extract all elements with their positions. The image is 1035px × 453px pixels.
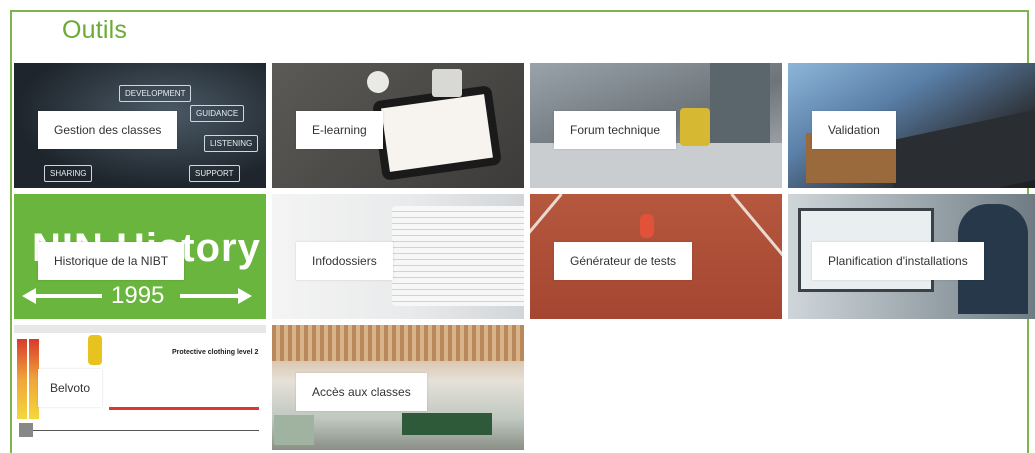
tile-forum-technique[interactable]: Forum technique [530,63,782,188]
tile-generateur-de-tests[interactable]: Générateur de tests [530,194,782,319]
year-text: 1995 [111,282,165,309]
tile-infodossiers[interactable]: Infodossiers [272,194,524,319]
arrow-right-icon [180,294,240,298]
tile-label: E-learning [296,111,383,149]
app-toolbar [14,325,266,333]
person-shape [710,63,770,143]
blackboard-shape [402,413,492,435]
page-title: Outils [62,16,128,44]
tile-historique-nibt[interactable]: NIN History 1995 Historique de la NIBT [14,194,266,319]
track-line [730,194,782,303]
tile-e-learning[interactable]: E-learning [272,63,524,188]
status-line [109,407,259,410]
circuit-line [19,430,259,431]
tile-label: Gestion des classes [38,111,178,149]
tile-label: Validation [812,111,896,149]
tile-label: Historique de la NIBT [38,242,185,280]
window-shape [274,415,314,445]
tile-acces-aux-classes[interactable]: Accès aux classes [272,325,524,450]
word-badge: GUIDANCE [190,105,245,122]
shoe-shape [640,214,654,238]
source-icon [19,423,33,437]
tile-label: Générateur de tests [554,242,693,280]
arrow-left-icon [32,294,102,298]
word-badge: SUPPORT [189,165,240,182]
word-badge: DEVELOPMENT [119,85,192,102]
tile-label: Planification d'installations [812,242,984,280]
meter-shape [680,108,710,146]
tile-label: Forum technique [554,111,677,149]
binders-shape [392,206,524,306]
tile-gestion-des-classes[interactable]: DEVELOPMENT GUIDANCE LISTENING SHARING S… [14,63,266,188]
keyboard-shape [893,105,1035,188]
workbench-shape [530,143,782,188]
word-badge: LISTENING [204,135,259,152]
tile-label: Belvoto [38,369,103,407]
belvoto-heading: Protective clothing level 2 [172,349,259,356]
tile-label: Accès aux classes [296,373,427,411]
ceiling-shape [272,325,524,361]
worker-icon [88,335,102,365]
level-bar [17,339,27,419]
socket-shape [432,69,462,97]
arrow-left-head-icon [22,288,36,304]
arrow-right-head-icon [238,288,252,304]
word-badge: SHARING [44,165,93,182]
tile-planification-installations[interactable]: Planification d'installations [788,194,1035,319]
tablet-shape [372,85,502,181]
tile-validation[interactable]: Validation [788,63,1035,188]
bulb-shape [367,71,389,93]
tile-belvoto[interactable]: Protective clothing level 2 Belvoto [14,325,266,450]
tile-label: Infodossiers [296,242,393,280]
